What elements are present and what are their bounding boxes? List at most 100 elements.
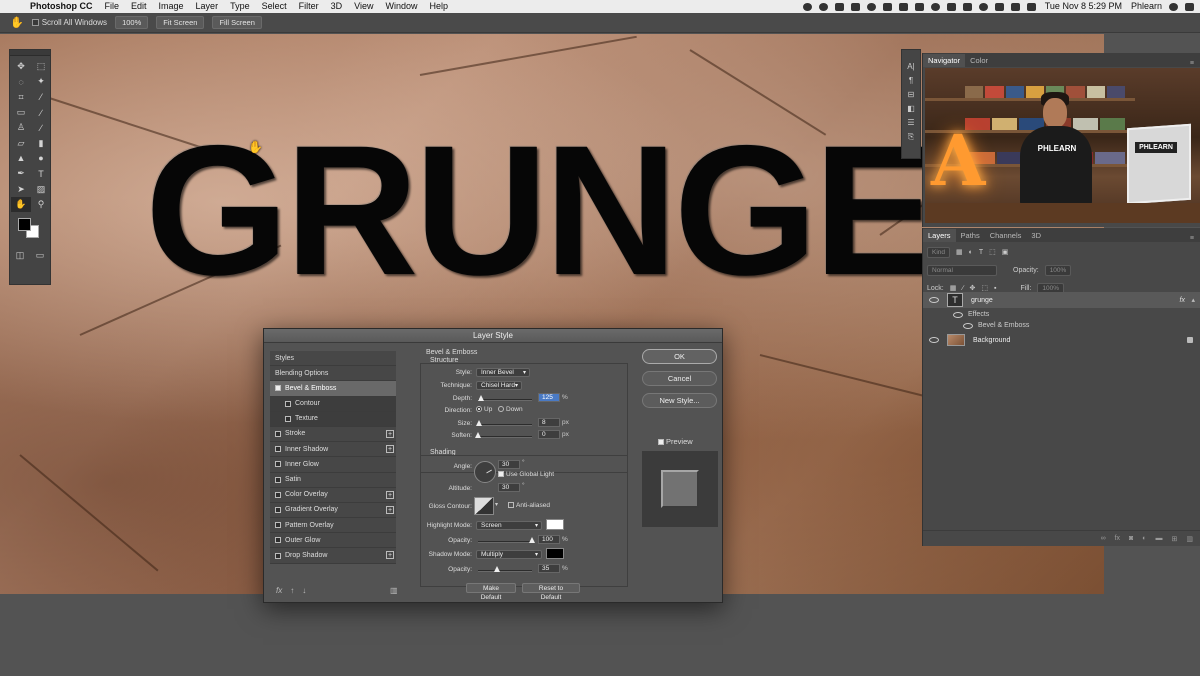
angle-field[interactable]: 30 [498, 460, 520, 469]
shadow-color-swatch[interactable] [546, 548, 564, 559]
image-icon[interactable] [898, 2, 908, 11]
opacity-field[interactable]: 100% [1044, 264, 1072, 276]
soften-field[interactable]: 0 [538, 430, 560, 439]
soften-slider[interactable] [475, 432, 532, 438]
lock-image-icon[interactable]: ∕ [962, 285, 963, 292]
preview-check[interactable] [658, 439, 664, 446]
depth-slider[interactable] [478, 395, 532, 401]
highlight-opacity-slider[interactable] [478, 537, 535, 543]
add-stroke-icon[interactable]: + [386, 429, 394, 438]
delete-effect-icon[interactable]: ▥ [390, 586, 398, 595]
style-checkbox[interactable] [285, 415, 291, 422]
layer-row-background[interactable]: Background [923, 332, 1200, 348]
style-checkbox[interactable] [275, 446, 281, 453]
layer-visibility-eye-icon[interactable] [929, 297, 939, 303]
style-checkbox[interactable] [275, 522, 281, 529]
style-checkbox[interactable] [275, 506, 281, 513]
time-machine-icon[interactable] [962, 2, 972, 11]
new-layer-icon[interactable]: ⊞ [1172, 535, 1178, 543]
crop-tool-icon[interactable]: ⌗ [11, 90, 31, 105]
fill-screen-button[interactable]: Fill Screen [212, 16, 262, 29]
shadow-mode-select[interactable]: Multiply [476, 550, 542, 559]
move-up-icon[interactable]: ↑ [290, 586, 294, 595]
battery-icon[interactable] [1026, 2, 1036, 11]
close-square-icon[interactable] [914, 2, 924, 11]
fx-menu-icon[interactable]: fx [276, 586, 282, 595]
filter-shape-icon[interactable]: ⬚ [989, 248, 996, 256]
direction-down-radio-dot[interactable] [498, 406, 504, 413]
zoom-tool-icon[interactable]: ⚲ [31, 197, 51, 212]
cancel-button[interactable]: Cancel [642, 371, 717, 386]
move-tool-icon[interactable]: ✥ [11, 59, 31, 74]
ok-button[interactable]: OK [642, 349, 717, 364]
gloss-contour-dropdown-icon[interactable]: ▾ [495, 501, 498, 508]
sync-icon[interactable] [866, 2, 876, 11]
history-panel-icon[interactable]: ⎘ [908, 132, 914, 142]
layer-effect-bevel-row[interactable]: Bevel & Emboss [923, 320, 1200, 331]
menu-file[interactable]: File [99, 0, 126, 13]
highlight-opacity-knob[interactable] [529, 537, 535, 543]
move-down-icon[interactable]: ↓ [302, 586, 306, 595]
layer-name[interactable]: Background [973, 337, 1010, 344]
paragraph-panel-icon[interactable]: ¶ [909, 76, 913, 85]
foreground-color-swatch[interactable] [18, 217, 31, 231]
activity-icon[interactable] [930, 2, 940, 11]
direction-up-radio[interactable]: Up [476, 406, 492, 413]
shape-tool-icon[interactable]: ▨ [31, 181, 51, 196]
new-group-icon[interactable]: ▬ [1156, 535, 1163, 542]
add-gradient-overlay-icon[interactable]: + [386, 505, 394, 514]
search-icon[interactable] [1169, 2, 1178, 11]
scroll-all-windows-check[interactable] [31, 19, 39, 27]
menu-type[interactable]: Type [224, 0, 256, 13]
quick-mask-icon[interactable]: ◫ [16, 250, 25, 261]
magic-wand-tool-icon[interactable]: ✦ [31, 74, 51, 89]
menubar-clock[interactable]: Tue Nov 8 5:29 PM [1043, 0, 1124, 13]
layer-effects-row[interactable]: Effects [923, 309, 1200, 320]
panel-menu-icon[interactable]: ≡ [1190, 235, 1200, 242]
layer-kind-filter[interactable]: Kind [927, 246, 951, 258]
pen-tool-icon[interactable]: ✒ [11, 166, 31, 181]
style-checkbox[interactable] [285, 400, 291, 407]
hand-tool-icon[interactable]: ✋ [11, 196, 31, 212]
angle-dial[interactable] [474, 461, 496, 483]
add-inner-shadow-icon[interactable]: + [386, 445, 394, 454]
size-field[interactable]: 8 [538, 418, 560, 427]
healing-brush-tool-icon[interactable]: ▭ [11, 105, 31, 120]
style-checkbox[interactable] [275, 461, 281, 468]
new-style-button[interactable]: New Style... [642, 393, 717, 408]
history-brush-tool-icon[interactable]: ∕ [31, 120, 51, 135]
dodge-tool-icon[interactable]: ● [31, 151, 51, 166]
style-checkbox[interactable] [275, 491, 281, 498]
notification-center-icon[interactable] [1185, 2, 1194, 11]
creative-cloud-icon[interactable] [818, 2, 828, 11]
layer-fx-icon[interactable]: fx [1180, 297, 1185, 304]
menu-filter[interactable]: Filter [293, 0, 325, 13]
shadow-opacity-slider[interactable] [478, 566, 532, 572]
highlight-opacity-field[interactable]: 100 [538, 535, 560, 544]
menu-help[interactable]: Help [423, 0, 454, 13]
lasso-tool-icon[interactable]: ◌ [11, 74, 31, 89]
collapse-effects-icon[interactable]: ▴ [1191, 296, 1195, 304]
menu-edit[interactable]: Edit [125, 0, 153, 13]
bevel-style-select[interactable]: Inner Bevel [476, 368, 530, 377]
grunge-text-layer[interactable]: GRUNGE [145, 119, 937, 304]
properties-panel-icon[interactable]: ☰ [907, 118, 914, 127]
screen-mode-icon[interactable]: ▭ [36, 250, 45, 261]
tab-color[interactable]: Color [965, 54, 993, 67]
add-color-overlay-icon[interactable]: + [386, 490, 394, 499]
menu-window[interactable]: Window [379, 0, 423, 13]
add-drop-shadow-icon[interactable]: + [386, 551, 394, 560]
style-contour[interactable]: Contour [270, 396, 396, 412]
path-selection-tool-icon[interactable]: ➤ [11, 181, 31, 196]
add-mask-icon[interactable]: ◙ [1129, 535, 1133, 542]
size-slider[interactable] [476, 420, 532, 426]
tab-navigator[interactable]: Navigator [923, 54, 966, 67]
style-pattern-overlay[interactable]: Pattern Overlay [270, 518, 396, 534]
menubar-user[interactable]: Phlearn [1131, 0, 1162, 13]
menu-3d[interactable]: 3D [325, 0, 349, 13]
marquee-tool-icon[interactable]: ⬚ [31, 59, 51, 74]
depth-field[interactable]: 125 [538, 393, 560, 402]
lock-position-icon[interactable]: ✥ [970, 284, 976, 292]
styles-header[interactable]: Styles [270, 351, 396, 367]
dropbox-icon[interactable] [834, 2, 844, 11]
